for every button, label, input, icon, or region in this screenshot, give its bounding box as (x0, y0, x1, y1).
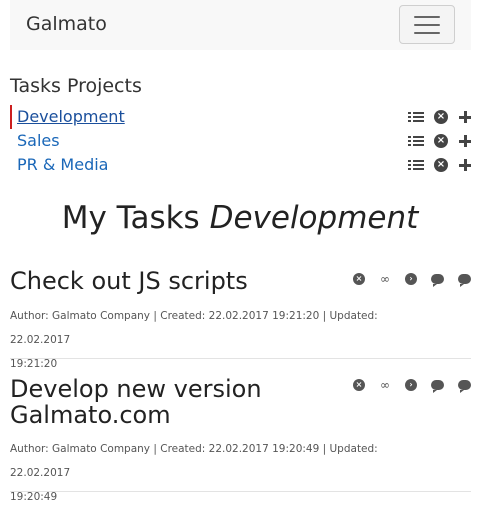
task-meta: Author: Galmato Company | Created: 22.02… (10, 304, 440, 376)
project-link-pr-media[interactable]: PR & Media (17, 154, 108, 176)
task-actions: × ∞ › (353, 378, 471, 393)
project-actions: × (408, 109, 472, 125)
project-actions: × (408, 157, 472, 173)
project-link-development[interactable]: Development (17, 106, 125, 128)
list-icon[interactable] (408, 135, 424, 148)
task-meta-line: 19:20:49 (10, 491, 58, 503)
project-item-sales: Sales × (10, 129, 472, 153)
task-item: Check out JS scripts × ∞ › Author: Galma… (10, 266, 471, 370)
projects-list: Development × Sales × PR & Media × (10, 105, 472, 177)
comments-icon[interactable] (431, 380, 444, 393)
task-meta-line: 19:21:20 (10, 358, 58, 370)
comment-icon[interactable] (458, 380, 471, 393)
task-title[interactable]: Develop new version Galmato.com (10, 376, 262, 428)
task-meta-line: Author: Galmato Company | Created: 22.02… (10, 310, 378, 346)
task-meta-line: Author: Galmato Company | Created: 22.02… (10, 443, 378, 479)
remove-icon[interactable]: × (353, 273, 365, 285)
navbar: Galmato (10, 0, 471, 50)
add-icon[interactable] (458, 110, 472, 124)
add-icon[interactable] (458, 134, 472, 148)
task-title[interactable]: Check out JS scripts (10, 268, 248, 294)
project-link-sales[interactable]: Sales (17, 130, 60, 152)
remove-icon[interactable]: × (434, 110, 448, 124)
link-icon[interactable]: ∞ (379, 379, 391, 391)
list-icon[interactable] (408, 159, 424, 172)
project-item-pr-media: PR & Media × (10, 153, 472, 177)
add-icon[interactable] (458, 158, 472, 172)
brand-link[interactable]: Galmato (26, 12, 107, 36)
comments-icon[interactable] (431, 274, 444, 287)
task-title-line: Develop new version (10, 375, 262, 403)
page-title-prefix: My Tasks (61, 200, 200, 236)
remove-icon[interactable]: × (434, 158, 448, 172)
remove-icon[interactable]: × (353, 379, 365, 391)
comment-icon[interactable] (458, 274, 471, 287)
remove-icon[interactable]: × (434, 134, 448, 148)
list-icon[interactable] (408, 111, 424, 124)
arrow-right-icon[interactable]: › (405, 379, 417, 391)
page-title-project: Development (209, 200, 419, 236)
hamburger-icon (414, 16, 440, 18)
project-actions: × (408, 133, 472, 149)
page-title: My Tasks Development (0, 198, 480, 238)
project-item-development: Development × (10, 105, 472, 129)
task-item: Develop new version Galmato.com × ∞ › Au… (10, 375, 471, 503)
task-title-line: Galmato.com (10, 401, 171, 429)
task-actions: × ∞ › (353, 272, 471, 287)
menu-toggle-button[interactable] (399, 5, 455, 44)
link-icon[interactable]: ∞ (379, 273, 391, 285)
arrow-right-icon[interactable]: › (405, 273, 417, 285)
projects-title: Tasks Projects (10, 75, 142, 97)
task-meta: Author: Galmato Company | Created: 22.02… (10, 437, 440, 509)
